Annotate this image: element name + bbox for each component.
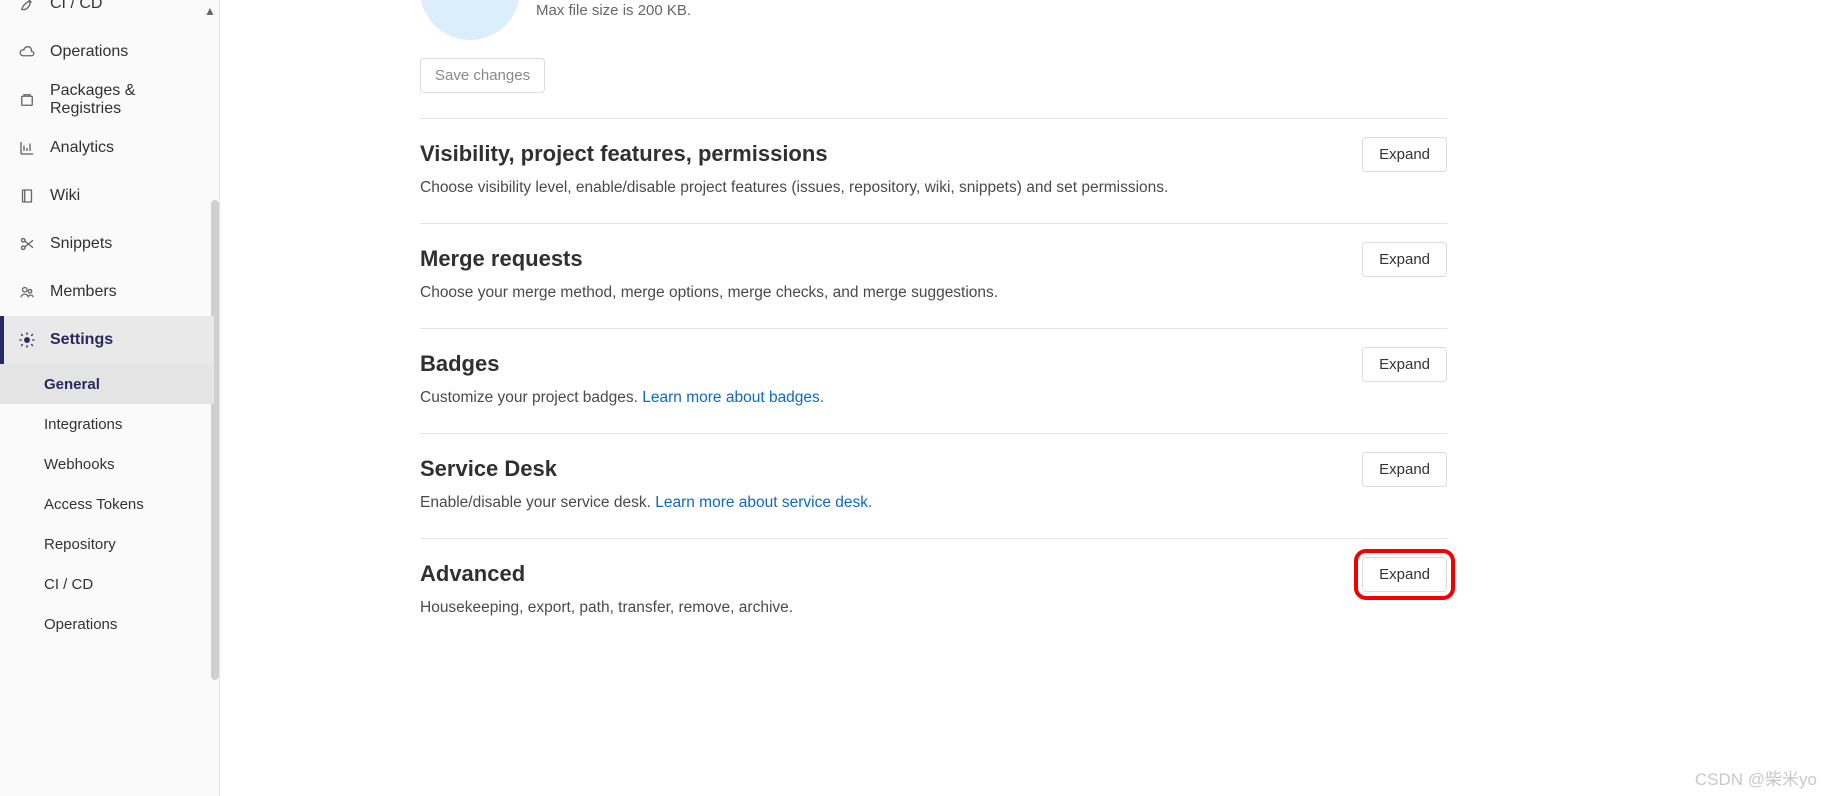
sidebar: ▲ CI / CD Operations Packages & Registri… bbox=[0, 0, 220, 796]
section-desc: Customize your project badges. Learn mor… bbox=[420, 389, 1447, 407]
avatar-placeholder bbox=[420, 0, 520, 40]
sub-item-label: Operations bbox=[44, 616, 117, 633]
package-icon bbox=[18, 91, 36, 109]
expand-merge-button[interactable]: Expand bbox=[1362, 242, 1447, 277]
section-desc: Enable/disable your service desk. Learn … bbox=[420, 494, 1447, 512]
sidebar-item-label: CI / CD bbox=[50, 0, 102, 13]
sidebar-item-label: Operations bbox=[50, 43, 128, 61]
watermark: CSDN @柴米yo bbox=[1695, 765, 1817, 790]
sidebar-item-members[interactable]: Members bbox=[0, 268, 214, 316]
sub-item-label: Repository bbox=[44, 536, 116, 553]
sub-item-label: General bbox=[44, 376, 100, 393]
settings-sub-operations[interactable]: Operations bbox=[0, 604, 214, 644]
learn-more-service-desk-link[interactable]: Learn more about service desk. bbox=[655, 494, 872, 511]
sub-item-label: Webhooks bbox=[44, 456, 115, 473]
sidebar-content: CI / CD Operations Packages & Registries… bbox=[0, 0, 214, 644]
section-title: Visibility, project features, permission… bbox=[420, 141, 1447, 167]
analytics-icon bbox=[18, 139, 36, 157]
expand-service-desk-button[interactable]: Expand bbox=[1362, 452, 1447, 487]
settings-sub-ci-cd[interactable]: CI / CD bbox=[0, 564, 214, 604]
sidebar-item-ci-cd[interactable]: CI / CD bbox=[0, 0, 214, 28]
settings-sub-webhooks[interactable]: Webhooks bbox=[0, 444, 214, 484]
section-badges: Badges Customize your project badges. Le… bbox=[420, 328, 1447, 433]
gear-icon bbox=[18, 331, 36, 349]
settings-sub-repository[interactable]: Repository bbox=[0, 524, 214, 564]
settings-sections: Visibility, project features, permission… bbox=[420, 118, 1447, 643]
section-advanced: Advanced Housekeeping, export, path, tra… bbox=[420, 538, 1447, 643]
sidebar-item-label: Wiki bbox=[50, 187, 80, 205]
sub-item-label: CI / CD bbox=[44, 576, 93, 593]
section-visibility: Visibility, project features, permission… bbox=[420, 118, 1447, 223]
expand-badges-button[interactable]: Expand bbox=[1362, 347, 1447, 382]
sidebar-item-label: Members bbox=[50, 283, 117, 301]
section-desc: Choose visibility level, enable/disable … bbox=[420, 179, 1447, 197]
sidebar-item-analytics[interactable]: Analytics bbox=[0, 124, 214, 172]
cloud-gear-icon bbox=[18, 43, 36, 61]
settings-sub-general[interactable]: General bbox=[0, 364, 214, 404]
sidebar-item-packages[interactable]: Packages & Registries bbox=[0, 76, 214, 124]
sidebar-item-settings[interactable]: Settings bbox=[0, 316, 214, 364]
section-desc: Housekeeping, export, path, transfer, re… bbox=[420, 599, 1447, 617]
sidebar-item-label: Packages & Registries bbox=[50, 82, 206, 118]
members-icon bbox=[18, 283, 36, 301]
sidebar-item-label: Settings bbox=[50, 331, 113, 349]
sidebar-item-wiki[interactable]: Wiki bbox=[0, 172, 214, 220]
settings-sub-access-tokens[interactable]: Access Tokens bbox=[0, 484, 214, 524]
sub-item-label: Integrations bbox=[44, 416, 122, 433]
rocket-icon bbox=[18, 0, 36, 13]
sidebar-item-snippets[interactable]: Snippets bbox=[0, 220, 214, 268]
settings-sub-integrations[interactable]: Integrations bbox=[0, 404, 214, 444]
sidebar-item-label: Snippets bbox=[50, 235, 112, 253]
section-service-desk: Service Desk Enable/disable your service… bbox=[420, 433, 1447, 538]
learn-more-badges-link[interactable]: Learn more about badges. bbox=[642, 389, 824, 406]
section-desc: Choose your merge method, merge options,… bbox=[420, 284, 1447, 302]
section-title: Badges bbox=[420, 351, 1447, 377]
expand-visibility-button[interactable]: Expand bbox=[1362, 137, 1447, 172]
sidebar-item-operations[interactable]: Operations bbox=[0, 28, 214, 76]
section-merge-requests: Merge requests Choose your merge method,… bbox=[420, 223, 1447, 328]
section-title: Advanced bbox=[420, 561, 1447, 587]
expand-advanced-button[interactable]: Expand bbox=[1362, 557, 1447, 592]
sidebar-item-label: Analytics bbox=[50, 139, 114, 157]
section-title: Merge requests bbox=[420, 246, 1447, 272]
section-desc-text: Enable/disable your service desk. bbox=[420, 494, 655, 511]
section-title: Service Desk bbox=[420, 456, 1447, 482]
sub-item-label: Access Tokens bbox=[44, 496, 144, 513]
scissors-icon bbox=[18, 235, 36, 253]
file-size-hint: Max file size is 200 KB. bbox=[536, 2, 691, 19]
book-icon bbox=[18, 187, 36, 205]
save-changes-button[interactable]: Save changes bbox=[420, 58, 545, 93]
section-desc-text: Customize your project badges. bbox=[420, 389, 642, 406]
